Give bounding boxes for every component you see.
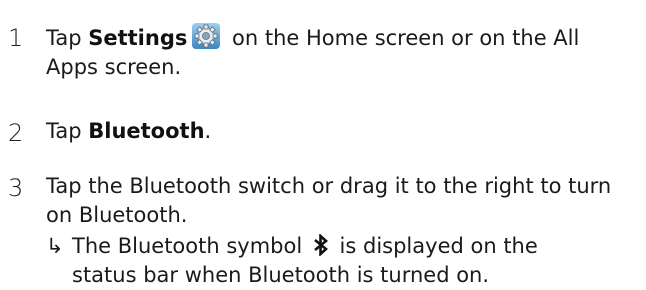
settings-gear-icon	[192, 23, 221, 49]
step-number: 1	[8, 24, 24, 52]
step-result: ↳ The Bluetooth symbol is displayed on th…	[46, 234, 538, 287]
step-text: Tap Settings on the Home screen or on th…	[46, 22, 638, 82]
step-text: Tap the Bluetooth switch or drag it to t…	[46, 172, 638, 290]
bluetooth-icon	[314, 234, 328, 256]
settings-label: Settings	[88, 26, 188, 50]
step-text: Tap Bluetooth.	[46, 119, 212, 143]
step-number: 2	[8, 119, 24, 147]
result-arrow-icon: ↳	[46, 234, 64, 258]
bluetooth-label: Bluetooth	[88, 119, 205, 143]
step-number: 3	[8, 174, 24, 202]
